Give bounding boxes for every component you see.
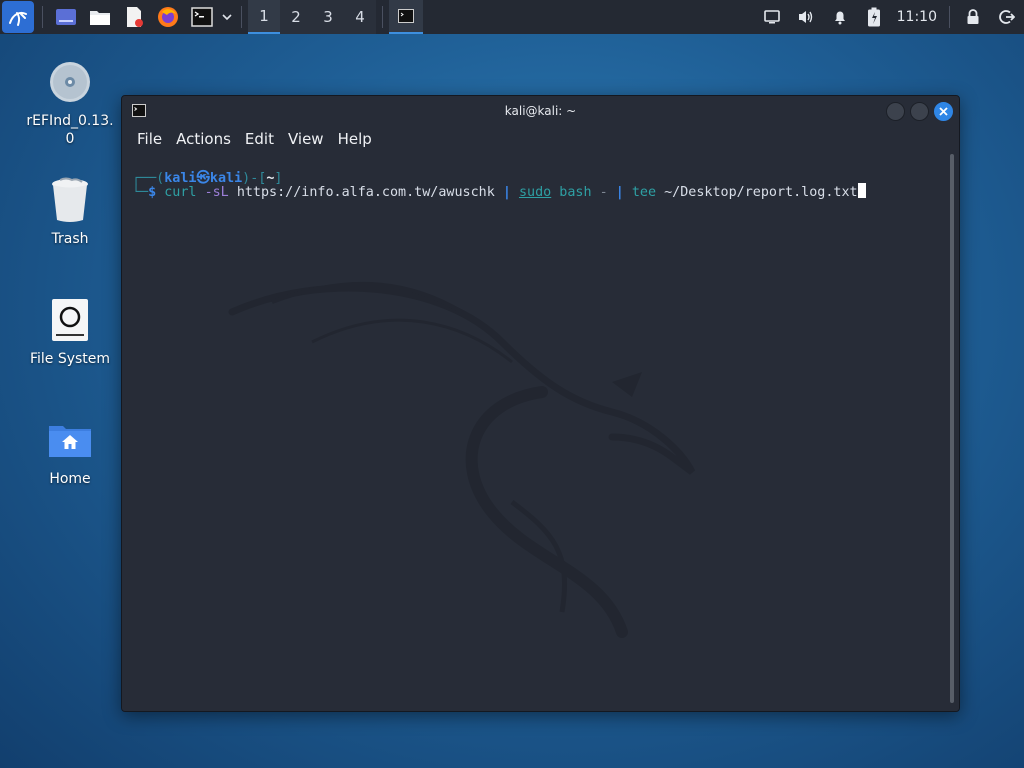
display-icon (763, 10, 780, 24)
terminal-menubar: File Actions Edit View Help (122, 126, 959, 152)
window-titlebar[interactable]: kali@kali: ~ (122, 96, 959, 126)
battery-button[interactable] (857, 0, 891, 34)
menu-file[interactable]: File (130, 130, 169, 148)
desktop-icon (56, 9, 76, 25)
workspace-2[interactable]: 2 (280, 0, 312, 34)
bell-icon (834, 11, 845, 25)
panel-separator (42, 6, 43, 28)
desktop-icon-home[interactable]: Home (20, 416, 120, 488)
battery-charging-icon (867, 7, 880, 27)
menu-view[interactable]: View (281, 130, 331, 148)
command-path: ~/Desktop/report.log.txt (664, 185, 858, 200)
desktop-icon-label: rEFInd_0.13.0 (26, 113, 114, 147)
menu-actions[interactable]: Actions (169, 130, 238, 148)
text-editor-launcher[interactable] (117, 0, 151, 34)
prompt-dollar: $ (148, 185, 157, 200)
command-curl: curl (164, 185, 197, 200)
terminal-icon (398, 9, 414, 23)
volume-icon (798, 11, 812, 23)
logout-button[interactable] (990, 0, 1024, 34)
terminal-icon (191, 7, 213, 27)
menu-edit[interactable]: Edit (238, 130, 281, 148)
command-url: https://info.alfa.com.tw/awuschk (236, 185, 495, 200)
command-sudo: sudo (518, 185, 552, 200)
file-manager-launcher[interactable] (83, 0, 117, 34)
terminal-scrollbar[interactable] (950, 154, 954, 703)
text-cursor (857, 183, 866, 198)
desktop-icon-label: Trash (51, 231, 89, 247)
command-dash: - (599, 185, 608, 200)
close-icon (939, 107, 948, 116)
terminal-window[interactable]: kali@kali: ~ File Actions Edit View Help (121, 95, 960, 712)
terminal-launcher[interactable] (185, 0, 219, 34)
desktop-icon-refind[interactable]: rEFInd_0.13.0 (20, 58, 120, 148)
notifications-button[interactable] (823, 0, 857, 34)
desktop-icon-label: File System (29, 351, 111, 367)
panel-separator (949, 6, 950, 28)
lock-icon (967, 9, 979, 24)
close-button[interactable] (934, 102, 953, 121)
top-panel: 1 2 3 4 11:10 (0, 0, 1024, 34)
command-bash: bash (559, 185, 592, 200)
clock[interactable]: 11:10 (891, 9, 943, 25)
taskbar-terminal-window[interactable] (389, 0, 423, 34)
desktop-icon-trash[interactable]: Trash (20, 176, 120, 248)
maximize-button[interactable] (910, 102, 929, 121)
command-pipe: | (502, 185, 511, 200)
command-line[interactable]: └─$ curl -sL https://info.alfa.com.tw/aw… (132, 183, 866, 200)
minimize-button[interactable] (886, 102, 905, 121)
chevron-down-icon (222, 14, 232, 21)
terminal-output-area[interactable]: ┌──(kali㉿kali)-[~] └─$ curl -sL https://… (122, 152, 959, 711)
text-editor-icon (127, 7, 143, 27)
disc-icon (46, 58, 94, 106)
workspace-4[interactable]: 4 (344, 0, 376, 34)
home-folder-icon (46, 416, 94, 464)
command-tee: tee (631, 185, 657, 200)
display-button[interactable] (755, 0, 789, 34)
lock-screen-button[interactable] (956, 0, 990, 34)
drive-icon (46, 296, 94, 344)
trash-icon (46, 176, 94, 224)
power-icon (999, 10, 1015, 24)
workspace-3[interactable]: 3 (312, 0, 344, 34)
volume-button[interactable] (789, 0, 823, 34)
command-flags: -sL (204, 185, 229, 200)
command-pipe: | (615, 185, 624, 200)
panel-separator (382, 6, 383, 28)
workspace-1[interactable]: 1 (248, 0, 280, 34)
firefox-launcher[interactable] (151, 0, 185, 34)
kali-dragon-watermark (228, 281, 696, 638)
prompt-frame: └─ (132, 185, 149, 200)
kali-menu-button[interactable] (2, 1, 34, 33)
folder-icon (90, 11, 110, 25)
menu-help[interactable]: Help (331, 130, 379, 148)
desktop-icon-file-system[interactable]: File System (20, 296, 120, 368)
window-title: kali@kali: ~ (504, 104, 577, 118)
show-desktop-button[interactable] (49, 0, 83, 34)
terminal-dropdown-button[interactable] (219, 0, 235, 34)
kali-dragon-icon (9, 11, 27, 26)
panel-separator (241, 6, 242, 28)
desktop-icon-label: Home (49, 471, 91, 487)
firefox-icon (158, 7, 178, 27)
